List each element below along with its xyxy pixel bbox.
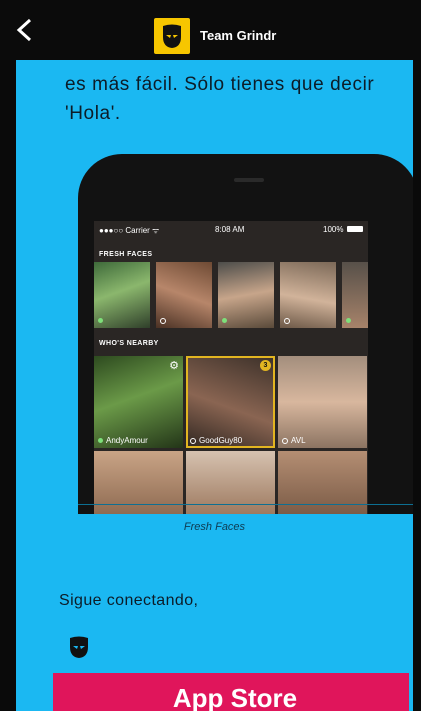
- profile-name: GoodGuy80: [199, 436, 243, 445]
- app-store-button[interactable]: App Store: [53, 673, 409, 711]
- phone-mockup: ●●●○○ Carrier ᯤ 8:08 AM 100% FRESH FACES…: [78, 154, 413, 514]
- fresh-faces-strip: [94, 262, 368, 328]
- app-store-label: App Store: [172, 683, 298, 711]
- signoff-text: Sigue conectando,: [59, 592, 199, 609]
- back-chevron-icon[interactable]: [14, 18, 36, 42]
- unread-badge: 3: [260, 360, 271, 371]
- fresh-face-photo[interactable]: [218, 262, 274, 328]
- battery-icon: [347, 226, 363, 232]
- image-divider: [78, 504, 413, 505]
- phone-status-bar: ●●●○○ Carrier ᯤ 8:08 AM 100%: [94, 221, 368, 239]
- fresh-faces-heading: FRESH FACES: [99, 251, 153, 258]
- email-body: es más fácil. Sólo tienes que decir 'Hol…: [16, 0, 413, 711]
- profile-name: AndyAmour: [106, 436, 148, 445]
- profile-name: AVL: [291, 436, 306, 445]
- fresh-face-photo[interactable]: [280, 262, 336, 328]
- top-bar: Team Grindr: [0, 0, 421, 60]
- intro-text: es más fácil. Sólo tienes que decir 'Hol…: [65, 74, 375, 124]
- fresh-face-photo[interactable]: [156, 262, 212, 328]
- gear-icon[interactable]: ⚙: [169, 359, 179, 372]
- carrier-label: ●●●○○ Carrier ᯤ: [99, 226, 160, 235]
- battery-label: 100%: [323, 225, 344, 234]
- phone-screen: ●●●○○ Carrier ᯤ 8:08 AM 100% FRESH FACES…: [94, 221, 368, 514]
- grindr-logo-icon: [154, 18, 190, 54]
- nearby-profile-tile[interactable]: AVL: [278, 356, 367, 448]
- nearby-profile-tile[interactable]: 3 GoodGuy80: [186, 356, 275, 448]
- nearby-profile-tile[interactable]: ⚙ AndyAmour: [94, 356, 183, 448]
- grindr-mask-icon: [70, 636, 88, 658]
- whos-nearby-heading: WHO'S NEARBY: [99, 340, 159, 347]
- fresh-face-photo[interactable]: [342, 262, 368, 328]
- conversation-title: Team Grindr: [200, 28, 277, 43]
- image-caption: Fresh Faces: [183, 521, 246, 533]
- phone-speaker: [234, 178, 264, 182]
- status-time: 8:08 AM: [215, 225, 245, 234]
- fresh-face-photo[interactable]: [94, 262, 150, 328]
